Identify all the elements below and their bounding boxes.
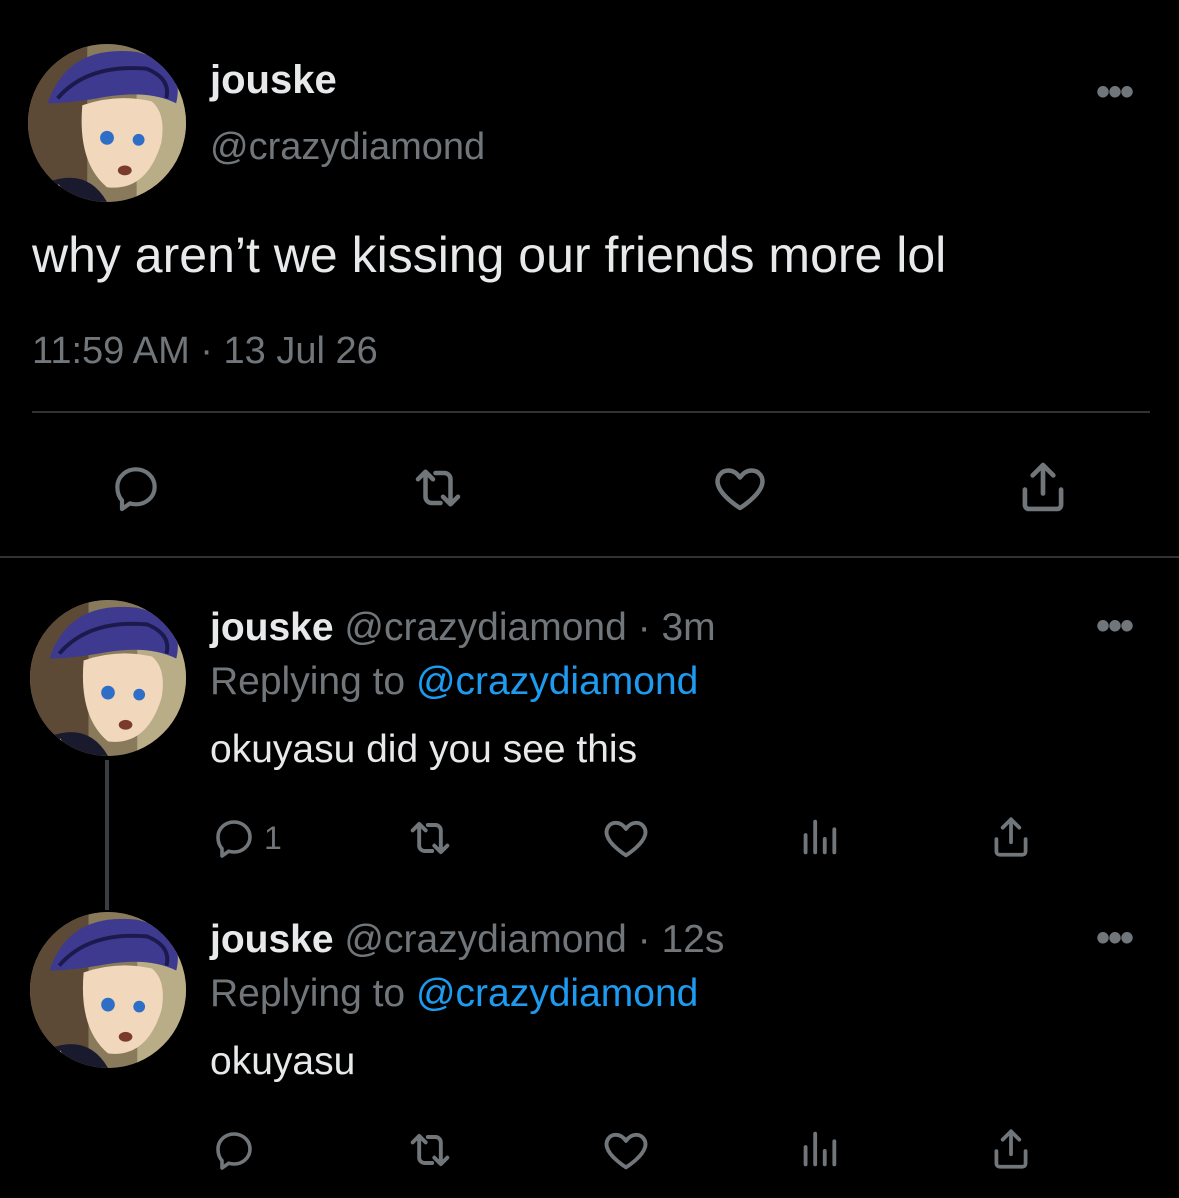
retweet-button[interactable] [408,458,468,518]
retweet-icon [408,458,468,518]
more-dots-icon[interactable]: ••• [1096,72,1134,112]
analytics-icon [796,1126,842,1172]
retweet-icon [404,812,456,864]
share-button[interactable] [986,1124,1036,1174]
share-button[interactable] [1012,456,1074,518]
reply-count: 1 [264,819,282,856]
display-name[interactable]: jouske [210,606,334,649]
reply-text: okuyasu [210,1040,356,1083]
analytics-button[interactable] [796,1126,842,1172]
avatar[interactable] [30,600,186,756]
like-button[interactable] [600,812,652,864]
display-name[interactable]: jouske [210,918,334,961]
share-icon [986,1124,1036,1174]
like-icon [600,1124,652,1176]
reply-button[interactable] [210,1126,258,1174]
like-button[interactable] [600,1124,652,1176]
like-icon [600,812,652,864]
tweet-text: why aren’t we kissing our friends more l… [32,227,947,283]
analytics-button[interactable] [796,814,842,860]
retweet-button[interactable] [404,1124,456,1176]
replying-to: Replying to @crazydiamond [210,660,698,704]
share-button[interactable] [986,812,1036,862]
analytics-icon [796,814,842,860]
avatar-image [30,600,186,756]
reply-icon [210,814,258,862]
avatar-image [30,912,186,1068]
reply-time[interactable]: · 3m [638,606,716,649]
avatar[interactable] [28,44,186,202]
share-icon [986,812,1036,862]
reply-time[interactable]: · 12s [638,918,725,961]
like-button[interactable] [710,458,770,518]
reply-icon [108,460,164,516]
handle[interactable]: @crazydiamond [344,918,626,961]
retweet-button[interactable] [404,812,456,864]
handle[interactable]: @crazydiamond [210,126,485,169]
retweet-icon [404,1124,456,1176]
thread-line [105,760,109,910]
tweet-timestamp[interactable]: 11:59 AM · 13 Jul 26 [32,330,378,373]
display-name[interactable]: jouske [210,58,337,103]
replying-to: Replying to @crazydiamond [210,972,698,1016]
more-dots-icon[interactable]: ••• [1096,606,1134,646]
like-icon [710,458,770,518]
reply-icon [210,1126,258,1174]
reply-header: jouske @crazydiamond · 3m [210,606,716,650]
avatar[interactable] [30,912,186,1068]
reply-button[interactable] [108,460,164,516]
reply-header: jouske @crazydiamond · 12s [210,918,724,962]
share-icon [1012,456,1074,518]
more-dots-icon[interactable]: ••• [1096,918,1134,958]
divider [0,556,1179,558]
replying-handle-link[interactable]: @crazydiamond [416,660,698,703]
reply-button[interactable]: 1 [210,814,282,862]
replying-handle-link[interactable]: @crazydiamond [416,972,698,1015]
replying-label: Replying to [210,660,406,703]
avatar-image [28,44,186,202]
replying-label: Replying to [210,972,406,1015]
handle[interactable]: @crazydiamond [344,606,626,649]
divider [32,411,1150,413]
reply-text: okuyasu did you see this [210,728,638,771]
